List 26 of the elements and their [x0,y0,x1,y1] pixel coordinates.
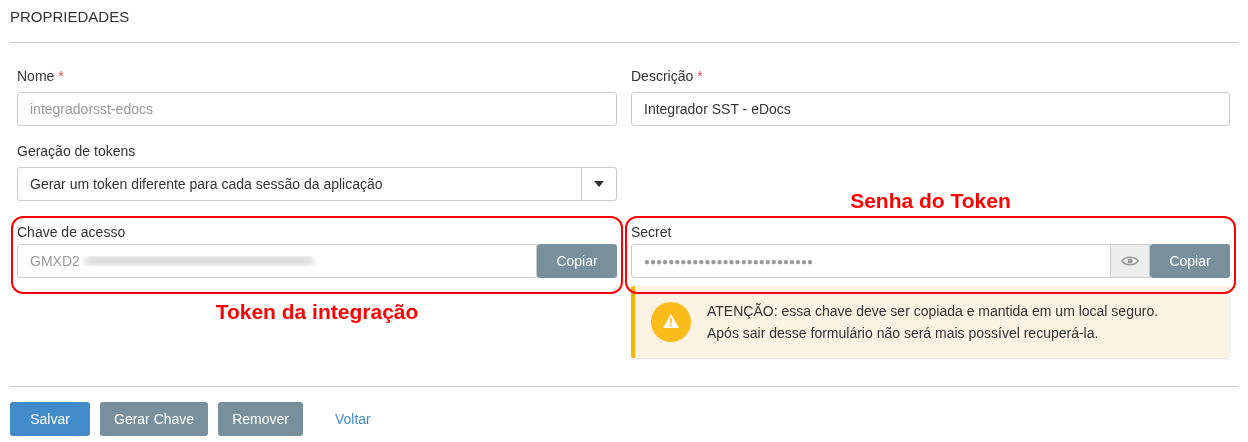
access-key-field[interactable]: GMXD2 [17,244,537,278]
action-button[interactable]: Remover [218,402,303,436]
token-generation-select[interactable]: Gerar um token diferente para cada sessão da aplicação [17,167,617,201]
field-label: Geração de tokens [17,142,137,161]
annotation-text: Token da integração [215,299,419,325]
caret-icon [594,181,604,187]
copy-button[interactable]: Copiar [1150,244,1230,278]
alert-text: Após sair desse formulário não será mais possível recuperá-la. [707,324,1100,343]
eye-icon [1121,255,1139,267]
required-mark: * [58,67,64,86]
alert-text: ATENÇÃO: essa chave deve ser copiada e mantida em um local seguro. [707,302,1159,321]
section-title: PROPRIEDADES [10,8,130,25]
field-label: Nome [17,67,55,86]
field-label: Descrição [631,67,694,86]
field-label: Chave de acesso [17,223,127,242]
secret-field[interactable]: ●●●●●●●●●●●●●●●●●●●●●●●●●●●● [631,244,1111,278]
back-link[interactable]: Voltar [312,402,393,436]
action-button[interactable]: Gerar Chave [100,402,209,436]
annotation-text: Senha do Token [850,188,1011,214]
show-password-button[interactable] [1111,244,1150,278]
warning-icon [651,302,691,342]
field-label: Secret [631,223,673,242]
description-field[interactable]: Integrador SST - eDocs [631,92,1230,126]
copy-button[interactable]: Copiar [537,244,617,278]
action-button[interactable]: Salvar [10,402,90,436]
required-mark: * [697,67,703,86]
